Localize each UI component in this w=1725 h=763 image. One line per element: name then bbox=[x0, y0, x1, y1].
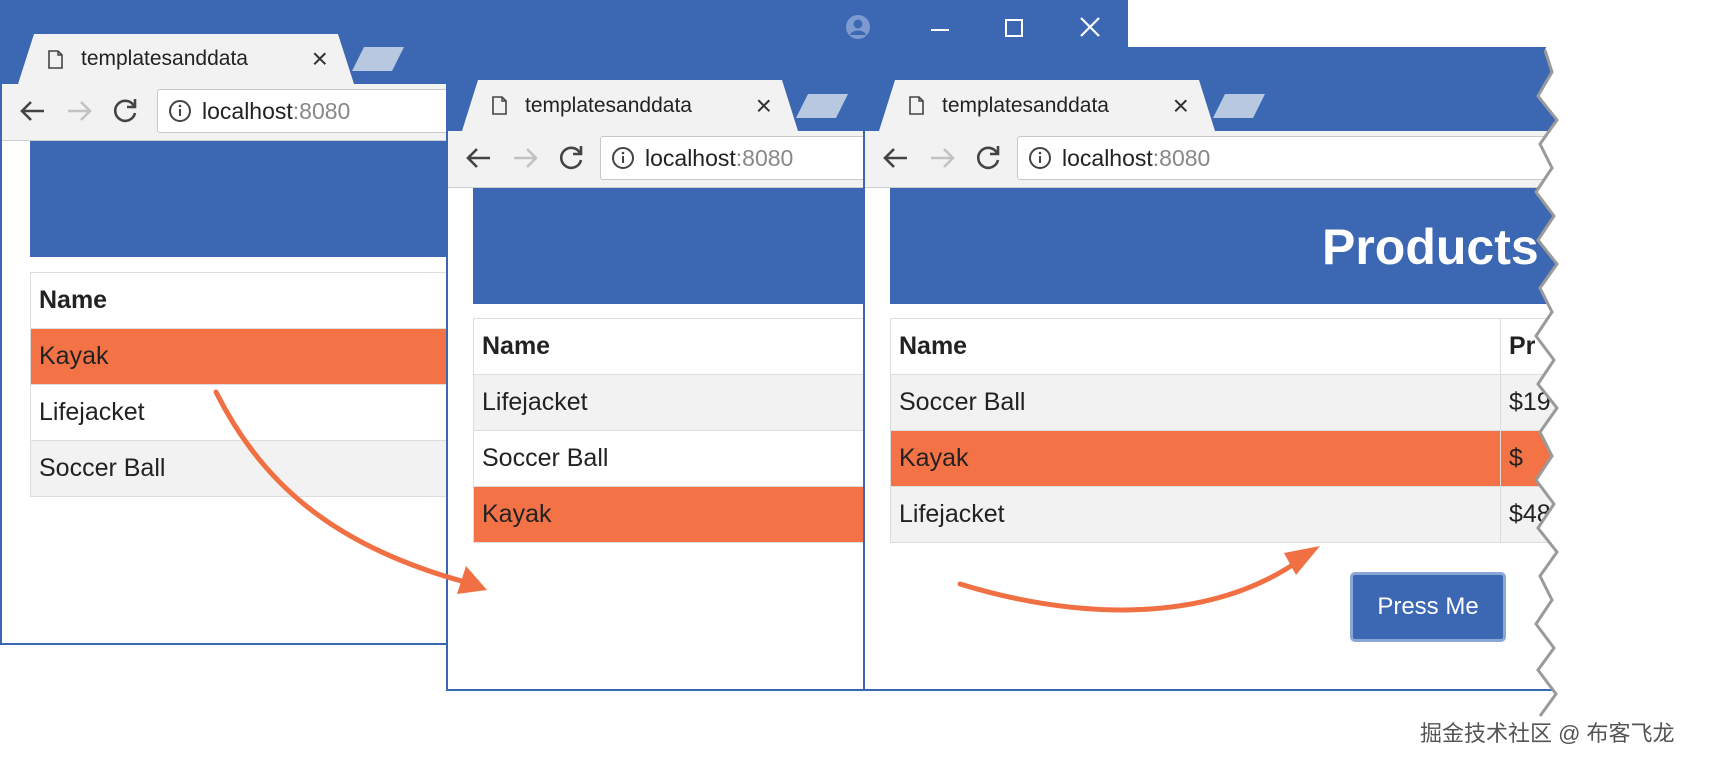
browser-tab[interactable]: templatesanddata × bbox=[879, 80, 1215, 131]
cell-name: Lifejacket bbox=[473, 374, 864, 431]
table-row[interactable]: Lifejacket bbox=[30, 384, 490, 441]
table-row[interactable]: Kayak bbox=[473, 486, 864, 543]
document-icon bbox=[909, 96, 924, 115]
table-row[interactable]: Lifejacket bbox=[473, 374, 864, 431]
column-header-price: Pr bbox=[1500, 318, 1643, 375]
column-header-name: Name bbox=[30, 272, 490, 329]
forward-arrow-icon[interactable] bbox=[925, 141, 959, 175]
table-row[interactable]: Soccer Ball $19 bbox=[890, 374, 1643, 431]
table-row[interactable]: Lifejacket $48 bbox=[890, 486, 1643, 543]
browser-tab[interactable]: templatesanddata × bbox=[462, 80, 798, 131]
table-row[interactable]: Kayak bbox=[30, 328, 490, 385]
cell-price: $ bbox=[1500, 430, 1643, 487]
watermark: 掘金技术社区 @ 布客飞龙 bbox=[1420, 721, 1675, 746]
products-table: Name Pr Soccer Ball $19 Kayak $ Lifejack… bbox=[890, 318, 1643, 543]
close-window-icon[interactable] bbox=[1078, 15, 1102, 39]
toolbar: localhost:8080 bbox=[448, 131, 864, 188]
table-row[interactable]: Kayak $ bbox=[890, 430, 1643, 487]
document-icon bbox=[492, 96, 507, 115]
back-arrow-icon[interactable] bbox=[879, 141, 913, 175]
reload-icon[interactable] bbox=[971, 141, 1005, 175]
url-port: :8080 bbox=[735, 144, 794, 171]
tab-title: templatesanddata bbox=[81, 47, 248, 70]
table-row[interactable]: Soccer Ball bbox=[30, 440, 490, 497]
products-table: Name Kayak Lifejacket Soccer Ball bbox=[30, 272, 490, 497]
cell-name: Soccer Ball bbox=[30, 440, 490, 497]
browser-tab[interactable]: templatesanddata × bbox=[18, 34, 354, 84]
toolbar: localhost:8080 bbox=[865, 131, 1643, 188]
address-bar[interactable]: localhost:8080 bbox=[600, 136, 864, 180]
url-host: localhost bbox=[645, 144, 736, 171]
reload-icon[interactable] bbox=[554, 141, 588, 175]
cell-name: Soccer Ball bbox=[890, 374, 1501, 431]
url-host: localhost bbox=[202, 97, 293, 124]
minimize-icon[interactable] bbox=[928, 18, 952, 42]
info-icon[interactable] bbox=[611, 146, 635, 170]
url-port: :8080 bbox=[1152, 144, 1211, 171]
page-banner bbox=[30, 141, 470, 257]
cell-name: Lifejacket bbox=[890, 486, 1501, 543]
column-header-name: Name bbox=[890, 318, 1501, 375]
cell-name: Kayak bbox=[30, 328, 490, 385]
forward-arrow-icon[interactable] bbox=[508, 141, 542, 175]
document-icon bbox=[48, 50, 63, 69]
back-arrow-icon[interactable] bbox=[462, 141, 496, 175]
table-row[interactable]: Soccer Ball bbox=[473, 430, 864, 487]
back-arrow-icon[interactable] bbox=[16, 94, 50, 128]
forward-arrow-icon[interactable] bbox=[62, 94, 96, 128]
browser-window-3: templatesanddata × localhost:8080 Produc… bbox=[863, 47, 1643, 691]
press-me-button[interactable]: Press Me bbox=[1350, 572, 1506, 642]
page-banner bbox=[473, 188, 864, 304]
products-table: Name Lifejacket Soccer Ball Kayak bbox=[473, 318, 864, 543]
profile-icon[interactable] bbox=[845, 14, 871, 40]
cell-price: $19 bbox=[1500, 374, 1643, 431]
tab-title: templatesanddata bbox=[942, 93, 1109, 117]
cell-name: Lifejacket bbox=[30, 384, 490, 441]
cell-price: $48 bbox=[1500, 486, 1643, 543]
address-bar[interactable]: localhost:8080 bbox=[157, 89, 467, 133]
url-host: localhost bbox=[1062, 144, 1153, 171]
cell-name: Kayak bbox=[890, 430, 1501, 487]
tab-title: templatesanddata bbox=[525, 93, 692, 117]
page-banner: Products bbox=[890, 188, 1643, 304]
cell-name: Soccer Ball bbox=[473, 430, 864, 487]
page-title: Products bbox=[1322, 219, 1539, 275]
maximize-icon[interactable] bbox=[1002, 16, 1026, 40]
close-icon[interactable]: × bbox=[1173, 92, 1189, 120]
url-port: :8080 bbox=[292, 97, 351, 124]
info-icon[interactable] bbox=[168, 99, 192, 123]
browser-window-2: templatesanddata × localhost:8080 Name bbox=[446, 47, 866, 691]
close-icon[interactable]: × bbox=[756, 92, 772, 120]
cell-name: Kayak bbox=[473, 486, 864, 543]
info-icon[interactable] bbox=[1028, 146, 1052, 170]
column-header-name: Name bbox=[473, 318, 864, 375]
close-icon[interactable]: × bbox=[312, 45, 328, 73]
address-bar[interactable]: localhost:8080 bbox=[1017, 136, 1643, 180]
reload-icon[interactable] bbox=[108, 94, 142, 128]
